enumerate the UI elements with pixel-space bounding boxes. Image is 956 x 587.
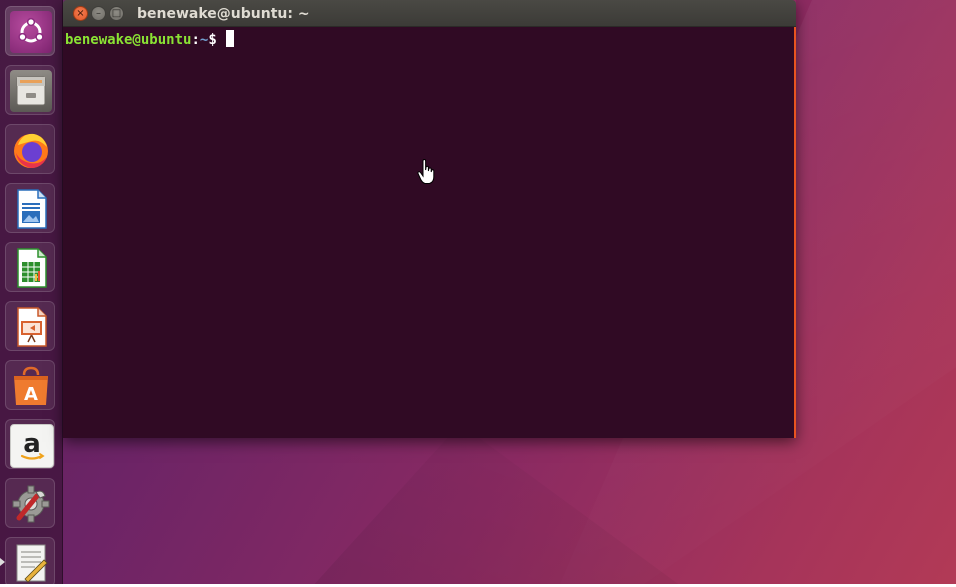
launcher-item-amazon[interactable]: a xyxy=(5,419,55,469)
files-icon xyxy=(10,70,52,112)
launcher-item-software[interactable]: A xyxy=(5,360,55,410)
firefox-icon xyxy=(10,129,52,171)
libreoffice-writer-icon xyxy=(10,188,52,230)
launcher-item-files[interactable] xyxy=(5,65,55,115)
libreoffice-impress-icon xyxy=(10,306,52,348)
minimize-icon: – xyxy=(96,7,101,19)
launcher-item-firefox[interactable] xyxy=(5,124,55,174)
close-button[interactable]: × xyxy=(73,6,88,21)
ubuntu-software-icon: A xyxy=(10,365,52,407)
launcher-item-settings[interactable] xyxy=(5,478,55,528)
svg-text:a: a xyxy=(23,429,41,459)
window-title: benewake@ubuntu: ~ xyxy=(137,6,310,22)
terminal-window[interactable]: × – □ benewake@ubuntu: ~ benewake@ubuntu… xyxy=(63,0,796,438)
libreoffice-calc-icon xyxy=(10,247,52,289)
text-cursor xyxy=(226,30,235,47)
prompt-symbol: $ xyxy=(208,32,226,48)
shell-prompt: benewake@ubuntu:~$ xyxy=(65,30,235,48)
unity-launcher: A a xyxy=(0,0,63,587)
hand-pointer-icon xyxy=(417,158,435,185)
running-indicator xyxy=(0,558,5,566)
minimize-button[interactable]: – xyxy=(91,6,106,21)
launcher-item-impress[interactable] xyxy=(5,301,55,351)
text-editor-icon xyxy=(10,542,52,584)
ubuntu-dash-icon xyxy=(10,11,52,53)
system-settings-icon xyxy=(10,483,52,525)
amazon-icon: a xyxy=(10,424,54,468)
terminal-output-area[interactable]: benewake@ubuntu:~$ xyxy=(63,27,796,438)
window-titlebar[interactable]: × – □ benewake@ubuntu: ~ xyxy=(63,0,796,27)
maximize-button[interactable]: □ xyxy=(109,6,124,21)
close-icon: × xyxy=(76,7,85,19)
launcher-item-calc[interactable] xyxy=(5,242,55,292)
prompt-user-host: benewake@ubuntu xyxy=(65,32,192,48)
launcher-item-dash[interactable] xyxy=(5,6,55,56)
launcher-item-writer[interactable] xyxy=(5,183,55,233)
launcher-item-text-editor[interactable] xyxy=(5,537,55,587)
prompt-separator: : xyxy=(191,32,200,48)
maximize-icon: □ xyxy=(111,7,122,19)
svg-text:A: A xyxy=(24,384,38,405)
